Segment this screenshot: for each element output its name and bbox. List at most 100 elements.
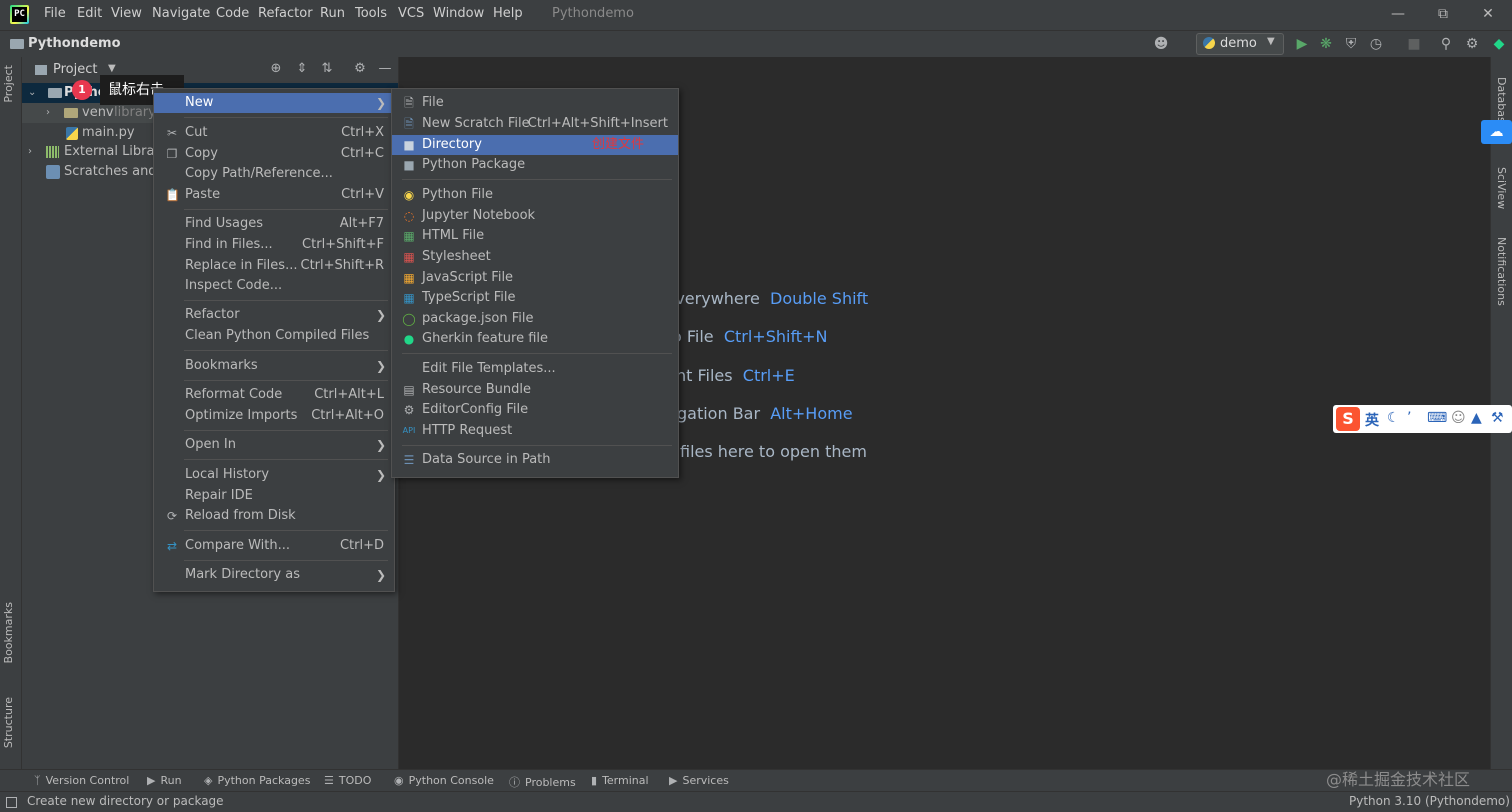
chevron-right-icon[interactable]: › [28,142,32,162]
menu-view[interactable]: View [111,6,142,21]
collapse-all-icon[interactable]: ⇅ [318,60,336,78]
tab-services[interactable]: ▶ Services [669,774,729,787]
menu-item-compare-with[interactable]: ⇄ Compare With... Ctrl+D [154,536,394,556]
submenu-item-jupyter[interactable]: ◌ Jupyter Notebook [392,206,678,226]
menu-item-replace-in-files[interactable]: Replace in Files... Ctrl+Shift+R [154,256,394,276]
hide-icon[interactable]: — [376,60,394,78]
submenu-item-http-request[interactable]: API HTTP Request [392,421,678,441]
menu-item-copy[interactable]: ❐ Copy Ctrl+C [154,144,394,164]
stop-icon[interactable]: ■ [1405,35,1423,53]
submenu-item-package-json[interactable]: ◯ package.json File [392,309,678,329]
submenu-item-python-package[interactable]: ■ Python Package [392,155,678,175]
run-icon[interactable]: ▶ [1293,35,1311,53]
jetbrains-icon[interactable]: ◆ [1490,35,1508,53]
submenu-item-resource-bundle[interactable]: ▤ Resource Bundle [392,380,678,400]
tab-sciview[interactable]: SciView [1495,167,1508,209]
project-view-title[interactable]: Project [53,62,97,77]
keyboard-icon[interactable]: ⌨ [1427,410,1447,426]
menu-item-open-in[interactable]: Open In ❯ [154,435,394,455]
coverage-icon[interactable]: ⛨ [1342,35,1360,53]
sogou-logo-icon[interactable]: S [1336,407,1360,431]
user-icon[interactable]: ☺ [1451,410,1466,426]
menu-navigate[interactable]: Navigate [152,6,210,21]
breadcrumb-project[interactable]: Pythondemo [28,36,121,51]
submenu-item-edit-templates[interactable]: Edit File Templates... [392,359,678,379]
toggle-tool-windows-icon[interactable] [6,797,17,808]
close-icon[interactable]: ✕ [1478,4,1498,24]
chevron-down-icon[interactable]: ⌄ [28,83,36,103]
submenu-item-file[interactable]: 🗎 File [392,93,678,113]
menu-help[interactable]: Help [493,6,523,21]
submenu-item-html[interactable]: ▦ HTML File [392,226,678,246]
menu-item-label: Local History [185,467,270,482]
submenu-item-new-scratch[interactable]: 🗎 New Scratch File Ctrl+Alt+Shift+Insert [392,114,678,134]
menu-item-new[interactable]: New ❯ [154,93,394,113]
menu-item-reformat-code[interactable]: Reformat Code Ctrl+Alt+L [154,385,394,405]
tab-python-packages[interactable]: ◈ Python Packages [204,774,310,787]
run-config-label: demo [1220,36,1257,51]
tab-run[interactable]: ▶ Run [147,774,182,787]
menu-item-reload-from-disk[interactable]: ⟳ Reload from Disk [154,506,394,526]
menu-tools[interactable]: Tools [355,6,387,21]
menu-item-paste[interactable]: 📋 Paste Ctrl+V [154,185,394,205]
punctuation-icon[interactable]: ’ [1407,410,1411,426]
debug-icon[interactable]: ❋ [1317,35,1335,53]
ime-language-toggle[interactable]: 英 [1365,410,1379,430]
menu-item-find-usages[interactable]: Find Usages Alt+F7 [154,214,394,234]
tab-project[interactable]: Project [2,65,15,103]
gear-icon[interactable]: ⚙ [351,60,369,78]
locate-icon[interactable]: ⊕ [267,60,285,78]
submenu-item-data-source[interactable]: ☰ Data Source in Path [392,450,678,470]
menu-run[interactable]: Run [320,6,345,21]
minimize-icon[interactable]: — [1388,4,1408,24]
tab-version-control[interactable]: ᛉ Version Control [34,774,129,787]
menu-code[interactable]: Code [216,6,249,21]
wrench-icon[interactable]: ⚒ [1491,410,1504,426]
menu-item-clean-compiled[interactable]: Clean Python Compiled Files [154,326,394,346]
tab-todo[interactable]: ☰ TODO [324,774,371,787]
settings-icon[interactable]: ⚙ [1463,35,1481,53]
submenu-item-javascript[interactable]: ▦ JavaScript File [392,268,678,288]
left-tool-stripe: Project Bookmarks Structure [0,57,22,769]
menu-item-inspect-code[interactable]: Inspect Code... [154,276,394,296]
menu-item-copy-path[interactable]: Copy Path/Reference... [154,164,394,184]
menu-window[interactable]: Window [433,6,484,21]
menu-file[interactable]: File [44,6,66,21]
tab-problems[interactable]: ⓘ Problems [509,774,576,790]
menu-item-refactor[interactable]: Refactor ❯ [154,305,394,325]
chevron-right-icon[interactable]: › [46,103,50,123]
python-interpreter-widget[interactable]: Python 3.10 (Pythondemo) [1349,794,1510,808]
menu-item-repair-ide[interactable]: Repair IDE [154,486,394,506]
tab-terminal[interactable]: ▮ Terminal [591,774,649,787]
tab-structure[interactable]: Structure [2,697,15,748]
search-icon[interactable]: ⚲ [1437,35,1455,53]
expand-all-icon[interactable]: ⇕ [293,60,311,78]
tab-notifications[interactable]: Notifications [1495,237,1508,306]
chevron-down-icon[interactable]: ▼ [108,63,116,74]
submenu-item-directory[interactable]: ■ Directory 创建文件 [392,135,678,155]
run-config-select[interactable]: demo ▼ [1196,33,1284,55]
menu-item-bookmarks[interactable]: Bookmarks ❯ [154,356,394,376]
menu-vcs[interactable]: VCS [398,6,424,21]
cloud-sync-icon[interactable]: ☁ [1481,120,1512,144]
menu-item-local-history[interactable]: Local History ❯ [154,465,394,485]
menu-edit[interactable]: Edit [77,6,102,21]
html-icon: ▦ [403,229,415,243]
tab-python-console[interactable]: ◉ Python Console [394,774,494,787]
user-icon[interactable]: ☻ [1152,35,1170,53]
submenu-item-typescript[interactable]: ▦ TypeScript File [392,288,678,308]
submenu-item-gherkin[interactable]: ● Gherkin feature file [392,329,678,349]
restore-icon[interactable]: ⧉ [1433,4,1453,24]
moon-icon[interactable]: ☾ [1387,410,1400,426]
menu-item-mark-directory[interactable]: Mark Directory as ❯ [154,565,394,585]
submenu-item-python-file[interactable]: ◉ Python File [392,185,678,205]
menu-item-optimize-imports[interactable]: Optimize Imports Ctrl+Alt+O [154,406,394,426]
menu-item-find-in-files[interactable]: Find in Files... Ctrl+Shift+F [154,235,394,255]
shirt-icon[interactable]: ▲ [1471,410,1482,426]
profile-icon[interactable]: ◷ [1367,35,1385,53]
submenu-item-editorconfig[interactable]: ⚙ EditorConfig File [392,400,678,420]
menu-item-cut[interactable]: ✂ Cut Ctrl+X [154,123,394,143]
submenu-item-stylesheet[interactable]: ▦ Stylesheet [392,247,678,267]
tab-bookmarks[interactable]: Bookmarks [2,602,15,663]
menu-refactor[interactable]: Refactor [258,6,313,21]
